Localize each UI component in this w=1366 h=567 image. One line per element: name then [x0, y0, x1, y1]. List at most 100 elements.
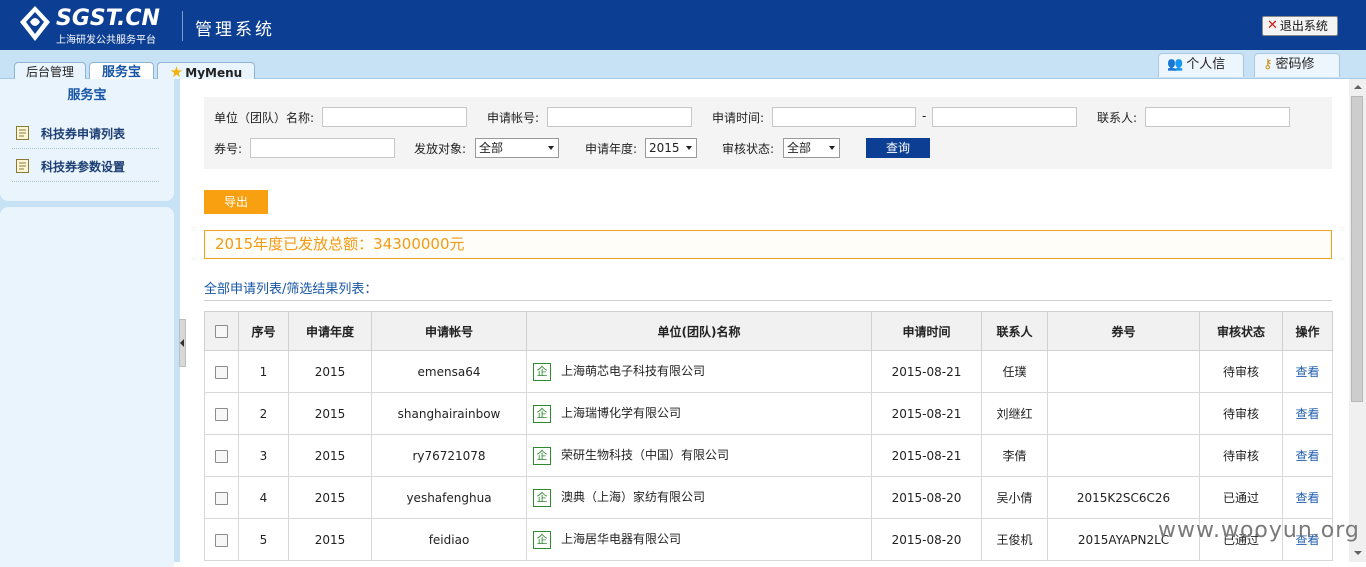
unit-name-input[interactable] — [322, 107, 467, 127]
total-issued-banner: 2015年度已发放总额：34300000元 — [204, 230, 1332, 259]
time-label: 申请时间: — [712, 111, 765, 125]
cell-unit-name: 企上海居华电器有限公司 — [526, 518, 872, 561]
sidebar-item-voucher-list[interactable]: 科技券申请列表 — [12, 118, 159, 149]
cell-date: 2015-08-21 — [871, 350, 982, 393]
view-link[interactable]: 查看 — [1295, 491, 1319, 505]
time-to-input[interactable] — [932, 107, 1077, 127]
unit-name-label: 单位（团队）名称: — [214, 111, 315, 125]
scroll-down-icon[interactable] — [1349, 545, 1366, 562]
enterprise-badge-icon: 企 — [533, 488, 551, 507]
contact-input[interactable] — [1145, 107, 1290, 127]
time-from-input[interactable] — [772, 107, 916, 127]
tab-mymenu[interactable]: ★ MyMenu — [157, 62, 255, 79]
voucher-input[interactable] — [250, 138, 395, 158]
cell-action: 查看 — [1282, 434, 1333, 477]
tab-profile[interactable]: 👥 个人信 — [1158, 53, 1244, 77]
document-icon — [16, 159, 29, 173]
cell-unit-name: 企澳典（上海）家纺有限公司 — [526, 476, 872, 519]
row-checkbox[interactable] — [215, 449, 228, 463]
sgst-logo[interactable]: SGST.CN 上海研发公共服务平台 — [18, 5, 173, 46]
row-select-cell — [204, 392, 239, 435]
tab-service[interactable]: 服务宝 — [89, 62, 154, 79]
logout-label: 退出系统 — [1279, 19, 1328, 33]
main-content: 单位（团队）名称: 申请帐号: 申请时间: - 联系人: 券号: 发放对象: 全… — [186, 79, 1349, 562]
view-link[interactable]: 查看 — [1295, 449, 1319, 463]
view-link[interactable]: 查看 — [1295, 407, 1319, 421]
cell-status: 已通过 — [1199, 476, 1283, 519]
scroll-thumb[interactable] — [1351, 96, 1363, 402]
cell-status: 待审核 — [1199, 350, 1283, 393]
account-input[interactable] — [547, 107, 692, 127]
sidebar-item-voucher-settings[interactable]: 科技券参数设置 — [12, 151, 159, 182]
sidebar-collapse-toggle[interactable] — [179, 319, 186, 367]
cell-year: 2015 — [288, 434, 372, 477]
scroll-up-icon[interactable] — [1349, 79, 1366, 96]
unit-name: 澳典（上海）家纺有限公司 — [561, 490, 706, 505]
tab-label: 个人信 — [1186, 57, 1226, 72]
time-separator: - — [922, 109, 927, 123]
tab-password[interactable]: ⚷ 密码修 — [1254, 53, 1340, 77]
cell-year: 2015 — [288, 392, 372, 435]
row-checkbox[interactable] — [215, 407, 228, 421]
header-divider — [182, 11, 183, 41]
cell-account: feidiao — [371, 518, 527, 561]
sidebar-lower-panel — [0, 207, 174, 567]
cell-contact: 吴小倩 — [981, 476, 1048, 519]
row-checkbox[interactable] — [215, 365, 228, 379]
tab-admin[interactable]: 后台管理 — [14, 62, 86, 79]
vertical-scrollbar[interactable] — [1349, 79, 1366, 562]
logo-subtitle: 上海研发公共服务平台 — [56, 35, 156, 46]
cell-contact: 任璞 — [981, 350, 1048, 393]
logout-button[interactable]: ✕ 退出系统 — [1262, 16, 1338, 36]
status-select[interactable]: 全部 — [783, 138, 840, 158]
export-button[interactable]: 导出 — [204, 190, 268, 214]
status-selected: 全部 — [787, 141, 812, 155]
column-header: 联系人 — [981, 311, 1048, 351]
sidebar-item-label: 科技券参数设置 — [41, 159, 126, 174]
watermark: www.wooyun.org — [1158, 518, 1360, 543]
cell-contact: 王俊机 — [981, 518, 1048, 561]
column-header: 申请时间 — [871, 311, 982, 351]
filter-panel: 单位（团队）名称: 申请帐号: 申请时间: - 联系人: 券号: 发放对象: 全… — [204, 97, 1332, 169]
cell-account: emensa64 — [371, 350, 527, 393]
select-all-checkbox[interactable] — [215, 325, 228, 338]
year-selected: 2015 — [649, 141, 680, 155]
cell-date: 2015-08-20 — [871, 476, 982, 519]
cell-date: 2015-08-21 — [871, 434, 982, 477]
sidebar: 服务宝 科技券申请列表 科技券参数设置 — [0, 79, 180, 567]
sidebar-item-label: 科技券申请列表 — [41, 126, 126, 141]
account-label: 申请帐号: — [487, 111, 540, 125]
unit-name: 荣研生物科技（中国）有限公司 — [561, 448, 730, 463]
enterprise-badge-icon: 企 — [533, 362, 551, 381]
view-link[interactable]: 查看 — [1295, 365, 1319, 379]
table-row: 4 2015 yeshafenghua 企澳典（上海）家纺有限公司 2015-0… — [204, 476, 1333, 519]
row-select-cell — [204, 476, 239, 519]
cell-unit-name: 企荣研生物科技（中国）有限公司 — [526, 434, 872, 477]
cell-account: shanghairainbow — [371, 392, 527, 435]
cell-voucher: 2015K2SC6C26 — [1047, 476, 1200, 519]
cell-no: 4 — [238, 476, 289, 519]
row-checkbox[interactable] — [215, 533, 228, 547]
year-select[interactable]: 2015 — [645, 138, 697, 158]
cell-action: 查看 — [1282, 476, 1333, 519]
year-label: 申请年度: — [585, 142, 638, 156]
column-header: 单位(团队)名称 — [526, 311, 872, 351]
tab-label: 服务宝 — [101, 65, 141, 79]
chevron-down-icon — [686, 146, 692, 150]
column-header: 审核状态 — [1199, 311, 1283, 351]
select-all-cell — [204, 311, 239, 351]
close-icon: ✕ — [1267, 18, 1278, 33]
unit-name: 上海瑞博化学有限公司 — [561, 406, 682, 421]
top-header: SGST.CN 上海研发公共服务平台 管理系统 ✕ 退出系统 — [0, 0, 1366, 50]
column-header: 券号 — [1047, 311, 1200, 351]
sidebar-title: 服务宝 — [67, 88, 107, 103]
query-button[interactable]: 查询 — [866, 138, 930, 158]
row-checkbox[interactable] — [215, 491, 228, 505]
enterprise-badge-icon: 企 — [533, 446, 551, 465]
target-select[interactable]: 全部 — [475, 138, 559, 158]
cell-status: 待审核 — [1199, 434, 1283, 477]
tab-label: 后台管理 — [25, 65, 74, 79]
table-row: 2 2015 shanghairainbow 企上海瑞博化学有限公司 2015-… — [204, 392, 1333, 435]
target-selected: 全部 — [479, 141, 504, 155]
table-row: 1 2015 emensa64 企上海萌芯电子科技有限公司 2015-08-21… — [204, 350, 1333, 393]
